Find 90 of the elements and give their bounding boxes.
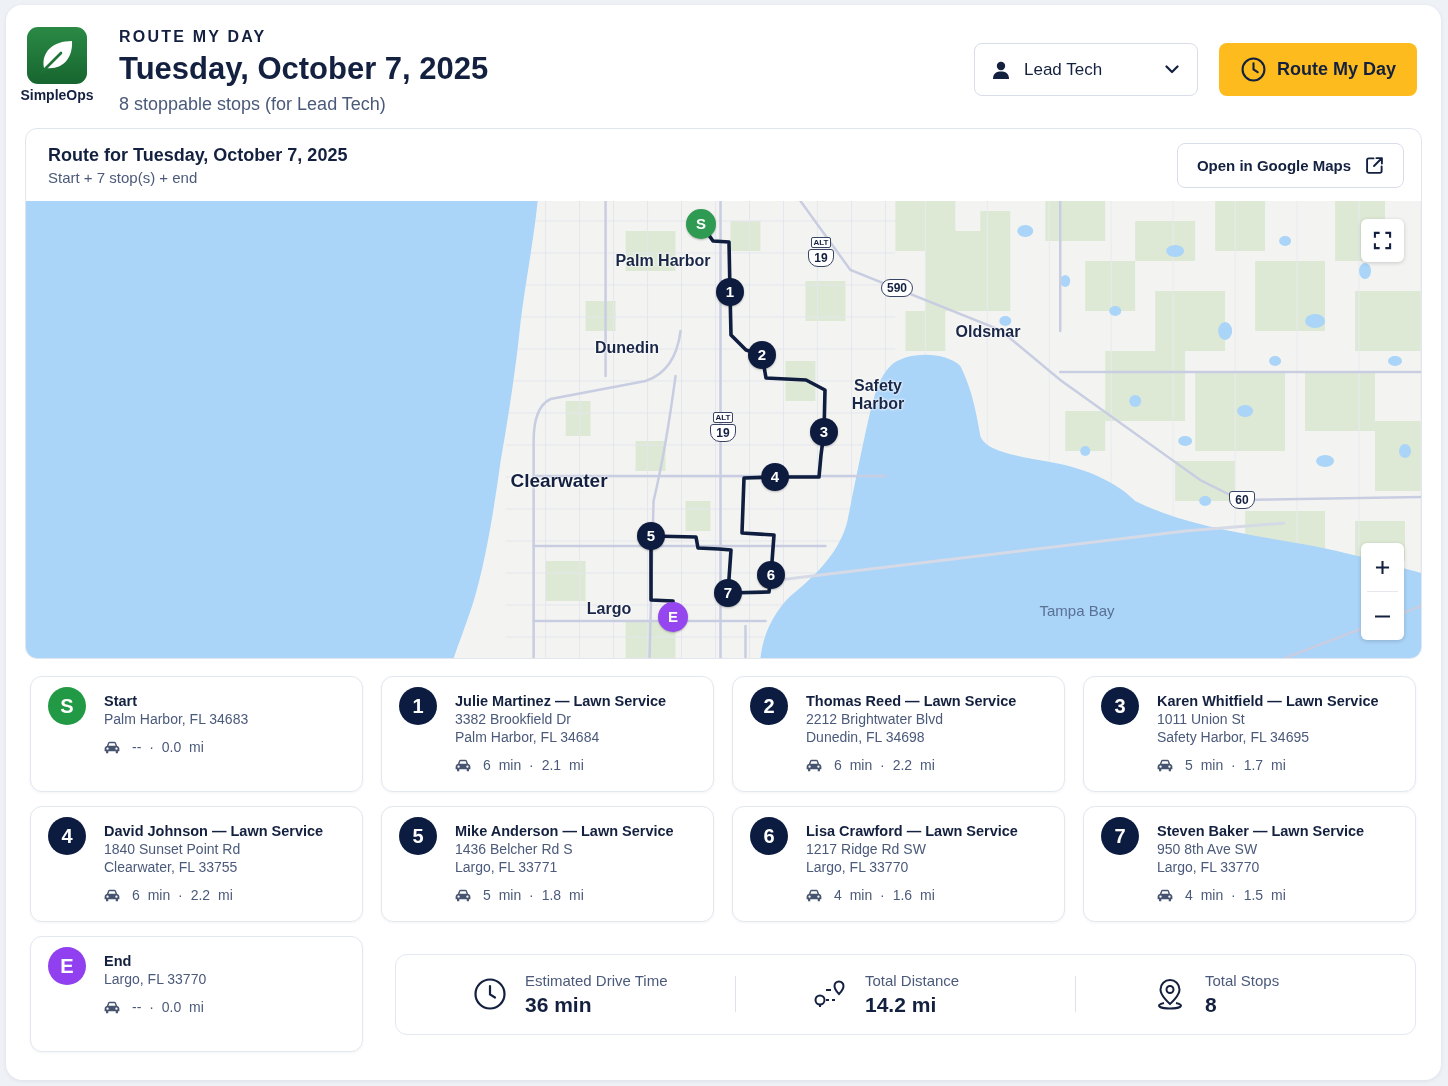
address-line: 1011 Union St [1157,710,1246,728]
car-icon [104,1000,120,1014]
stop-title: Mike Anderson — Lawn Service [455,822,674,840]
address-line: 1436 Belcher Rd S [455,840,574,858]
stop-badge: 6 [750,817,788,855]
route-icon [814,978,846,1010]
person-icon [992,60,1010,79]
stop-title: Steven Baker — Lawn Service [1157,822,1365,840]
highway-shield: 60 [1229,491,1255,509]
stop-badge: 1 [399,687,437,725]
stop-badge: 5 [399,817,437,855]
drive-info: 6 min · 2.2 mi [834,756,935,774]
address-line: 1840 Sunset Point Rd [104,840,242,858]
car-icon [1157,888,1173,902]
total-value: 14.2 mi [865,991,938,1018]
route-summary: Start + 7 stop(s) + end [48,167,199,187]
car-icon [806,758,822,772]
leaf-logo-icon [27,27,87,84]
stop-badge: 2 [750,687,788,725]
address-line: Clearwater, FL 33755 [104,858,239,876]
address-line: 2212 Brightwater Blvd [806,710,944,728]
drive-info: 4 min · 1.6 mi [834,886,935,904]
stop-title: David Johnson — Lawn Service [104,822,324,840]
address-line: Palm Harbor, FL 34683 [104,710,249,728]
place-label: Palm Harbor [615,252,711,270]
place-label: Safety Harbor [850,377,906,413]
total-value: 36 min [525,991,593,1018]
stop-badge: 4 [48,817,86,855]
total-label: Total Distance [865,970,960,990]
brand-name: SimpleOps [20,87,94,103]
total-value: 8 [1205,991,1218,1018]
shield-banner: ALT [810,237,832,248]
address-line: 1217 Ridge Rd SW [806,840,927,858]
drive-info: 5 min · 1.7 mi [1185,756,1286,774]
clock-icon [1241,57,1266,82]
technician-select[interactable]: Lead Tech [974,43,1198,96]
page-eyebrow: ROUTE MY DAY [119,28,268,46]
open-google-maps-button[interactable]: Open in Google Maps [1177,142,1404,188]
stop-title: Thomas Reed — Lawn Service [806,692,1017,710]
stop-badge: E [48,947,86,985]
route-title: Route for Tuesday, October 7, 2025 [48,143,348,166]
drive-info: 6 min · 2.2 mi [132,886,233,904]
page-title: Tuesday, October 7, 2025 [119,50,489,88]
stop-badge: 3 [1101,687,1139,725]
place-label: Oldsmar [955,323,1021,341]
car-icon [455,758,471,772]
external-link-icon [1365,155,1385,175]
route-my-day-button[interactable]: Route My Day [1219,43,1417,96]
highway-shield: 19 [710,424,736,442]
address-line: 950 8th Ave SW [1157,840,1259,858]
shield-banner: ALT [712,412,734,423]
place-label: Largo [586,600,632,618]
total-label: Estimated Drive Time [525,970,668,990]
address-line: Largo, FL 33770 [1157,858,1261,876]
stop-title: Julie Martinez — Lawn Service [455,692,667,710]
fullscreen-button[interactable] [1361,219,1404,262]
minus-icon [1375,614,1390,618]
car-icon [455,888,471,902]
stop-badge: 7 [1101,817,1139,855]
stop-title: Lisa Crawford — Lawn Service [806,822,1018,840]
fullscreen-icon [1373,231,1392,250]
highway-shield: 19 [808,249,834,267]
plus-icon [1375,559,1390,575]
page-subtitle: 8 stoppable stops (for Lead Tech) [119,93,387,116]
address-line: Largo, FL 33770 [104,970,207,988]
place-label: Dunedin [595,339,659,357]
car-icon [104,740,120,754]
address-line: 3382 Brookfield Dr [455,710,572,728]
address-line: Safety Harbor, FL 34695 [1157,728,1311,746]
drive-info: 6 min · 2.1 mi [483,756,584,774]
car-icon [806,888,822,902]
address-line: Largo, FL 33770 [806,858,910,876]
car-icon [104,888,120,902]
drive-info: -- · 0.0 mi [132,998,204,1016]
place-label: Clearwater [510,470,608,492]
clock-icon [474,978,506,1010]
car-icon [1157,758,1173,772]
address-line: Largo, FL 33771 [455,858,559,876]
stop-title: End [104,952,133,970]
stop-badge: S [48,687,86,725]
place-label: Tampa Bay [1039,601,1115,619]
stop-title: Start [104,692,139,710]
address-line: Palm Harbor, FL 34684 [455,728,601,746]
total-label: Total Stops [1205,970,1280,990]
stop-title: Karen Whitfield — Lawn Service [1157,692,1379,710]
drive-info: 5 min · 1.8 mi [483,886,584,904]
drive-info: 4 min · 1.5 mi [1185,886,1286,904]
chevron-down-icon [1165,65,1179,74]
address-line: Dunedin, FL 34698 [806,728,926,746]
drive-info: -- · 0.0 mi [132,738,204,756]
